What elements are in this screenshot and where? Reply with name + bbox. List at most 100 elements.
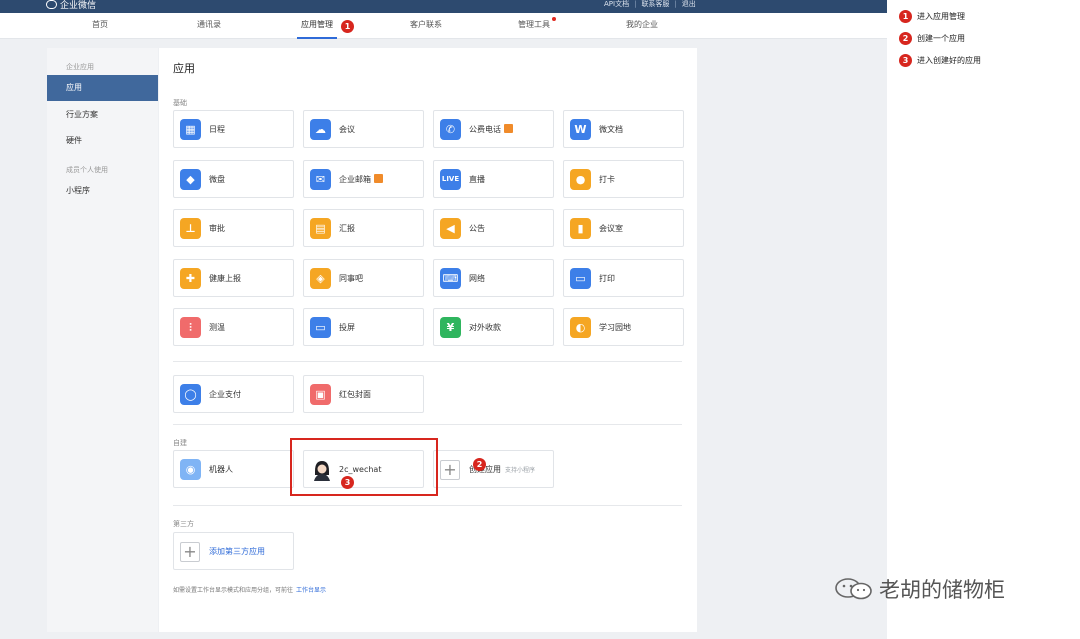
api-doc-link[interactable]: API文档 <box>604 0 629 8</box>
app-card[interactable]: ◐ 学习园地 <box>563 308 684 346</box>
nav-customer-contact[interactable]: 客户联系 <box>386 13 466 39</box>
app-label-text: 测温 <box>209 323 225 332</box>
app-card[interactable]: ⊥ 审批 <box>173 209 294 247</box>
wecom-logo-icon <box>46 0 57 9</box>
app-label: 会议室 <box>599 223 623 234</box>
printer-icon: ▭ <box>570 267 591 289</box>
report-icon: ▤ <box>310 218 331 239</box>
app-card[interactable]: ✚ 健康上报 <box>173 258 294 297</box>
add-third-party-app-card[interactable]: + 添加第三方应用 <box>173 532 294 570</box>
create-app-card[interactable]: + 创建应用 支持小程序 <box>433 450 554 488</box>
legend-item-3: 3 进入创建好的应用 <box>899 54 1059 67</box>
step-marker-1: 1 <box>341 20 354 33</box>
hint-text: 如需设置工作台显示模式和应用分组，可前往 <box>173 587 294 594</box>
legend-marker: 3 <box>899 54 912 67</box>
app-card[interactable]: ◀ 公告 <box>433 209 554 247</box>
brand-logo[interactable]: 企业微信 <box>46 0 96 11</box>
sidebar-item-industry-solutions[interactable]: 行业方案 <box>47 102 158 128</box>
app-card[interactable]: LIVE 直播 <box>433 159 554 198</box>
nav-my-company[interactable]: 我的企业 <box>602 13 682 39</box>
app-card[interactable]: ▭ 打印 <box>563 258 684 297</box>
nav-contacts[interactable]: 通讯录 <box>169 13 249 39</box>
drive-icon: ◆ <box>180 168 201 190</box>
location-icon: ● <box>570 168 591 190</box>
app-card[interactable]: ▦ 日程 <box>173 110 294 148</box>
planet-icon: ◐ <box>570 317 591 338</box>
app-label: 日程 <box>209 124 225 135</box>
app-card[interactable]: ⌨ 网络 <box>433 258 554 297</box>
mail-icon: ✉ <box>310 168 331 190</box>
app-card[interactable]: ⫶ 测温 <box>173 308 294 346</box>
brand-name: 企业微信 <box>60 1 97 11</box>
app-card[interactable]: ☁ 会议 <box>303 110 424 148</box>
app-card[interactable]: ▤ 汇报 <box>303 209 424 247</box>
new-badge-icon <box>374 173 383 183</box>
app-label-text: 直播 <box>469 174 485 184</box>
robot-icon: ◉ <box>180 459 201 480</box>
app-card[interactable]: ◈ 同事吧 <box>303 258 424 297</box>
app-card[interactable]: ◯ 企业支付 <box>173 375 294 413</box>
sidebar-item-hardware[interactable]: 硬件 <box>47 128 158 154</box>
app-label: 微文档 <box>599 124 623 135</box>
app-label: 公费电话 <box>469 124 513 135</box>
app-label: 同事吧 <box>339 273 363 284</box>
live-icon: LIVE <box>440 168 461 190</box>
section-third-party-label: 第三方 <box>173 520 194 528</box>
nav-home[interactable]: 首页 <box>60 13 140 39</box>
app-label: 红包封面 <box>339 389 371 400</box>
stamp-icon: ⊥ <box>180 218 201 239</box>
sidebar-item-mini-program[interactable]: 小程序 <box>47 178 158 204</box>
step-marker-3: 3 <box>341 476 354 489</box>
sidebar-group-enterprise-apps: 企业应用 <box>66 63 94 71</box>
app-card-robot[interactable]: ◉ 机器人 <box>173 450 294 488</box>
app-card[interactable]: W 微文档 <box>563 110 684 148</box>
network-icon: ⌨ <box>440 267 461 289</box>
contact-support-link[interactable]: 联系客服 <box>641 0 669 8</box>
create-app-subtext: 支持小程序 <box>505 467 536 474</box>
logout-link[interactable]: 退出 <box>682 0 696 8</box>
top-links: API文档 | 联系客服 | 退出 <box>604 0 696 9</box>
app-card[interactable]: ▮ 会议室 <box>563 209 684 247</box>
app-label: 直播 <box>469 174 485 185</box>
app-label-text: 学习园地 <box>599 323 631 332</box>
app-label-text: 网络 <box>469 273 485 283</box>
app-label: 测温 <box>209 322 225 333</box>
legend-marker: 1 <box>899 10 912 23</box>
app-label-text: 汇报 <box>339 224 355 233</box>
app-card[interactable]: ¥ 对外收款 <box>433 308 554 346</box>
app-label-text: 对外收款 <box>469 323 501 332</box>
cloud-icon: ☁ <box>310 119 331 140</box>
app-label-text: 打印 <box>599 273 615 283</box>
app-label-text: 会议室 <box>599 224 623 233</box>
nav-management-tools[interactable]: 管理工具 <box>494 13 574 39</box>
app-label-text: 投屏 <box>339 323 355 332</box>
app-label: 微盘 <box>209 174 225 185</box>
main-nav: 首页 通讯录 应用管理 客户联系 管理工具 我的企业 1 <box>0 13 887 39</box>
workbench-display-link[interactable]: 工作台显示 <box>296 587 326 594</box>
pay-icon: ◯ <box>180 384 201 405</box>
app-label-text: 会议 <box>339 125 355 134</box>
legend-text: 创建一个应用 <box>917 34 965 43</box>
app-card[interactable]: ▭ 投屏 <box>303 308 424 346</box>
app-label: 打卡 <box>599 174 615 185</box>
legend-text: 进入创建好的应用 <box>917 56 981 65</box>
sidebar-item-apps[interactable]: 应用 <box>47 75 158 101</box>
main-panel: 应用 基础 ▦ 日程 ☁ 会议 ✆ 公费电话 W 微文档 ◆ 微盘 ✉ 企业邮箱 LIVE 直播 ● 打卡 ⊥ 审… <box>159 48 697 632</box>
section-divider <box>173 361 682 362</box>
app-label: 打印 <box>599 273 615 284</box>
colleague-icon: ◈ <box>310 267 331 289</box>
app-label: 企业支付 <box>209 389 241 400</box>
app-label: 健康上报 <box>209 273 241 284</box>
app-card[interactable]: ◆ 微盘 <box>173 159 294 198</box>
app-card[interactable]: ▣ 红包封面 <box>303 375 424 413</box>
step-marker-2: 2 <box>473 458 486 471</box>
legend-marker: 2 <box>899 32 912 45</box>
app-card[interactable]: ✉ 企业邮箱 <box>303 159 424 198</box>
app-label: 机器人 <box>209 465 233 474</box>
app-card[interactable]: ● 打卡 <box>563 159 684 198</box>
admin-console-screen: 企业微信 API文档 | 联系客服 | 退出 首页 通讯录 应用管理 客户联系 管理工具… <box>0 0 887 639</box>
app-label-text: 健康上报 <box>209 273 241 283</box>
app-label-text: 公费电话 <box>469 125 501 134</box>
app-card[interactable]: ✆ 公费电话 <box>433 110 554 148</box>
app-label-text: 同事吧 <box>339 273 363 283</box>
